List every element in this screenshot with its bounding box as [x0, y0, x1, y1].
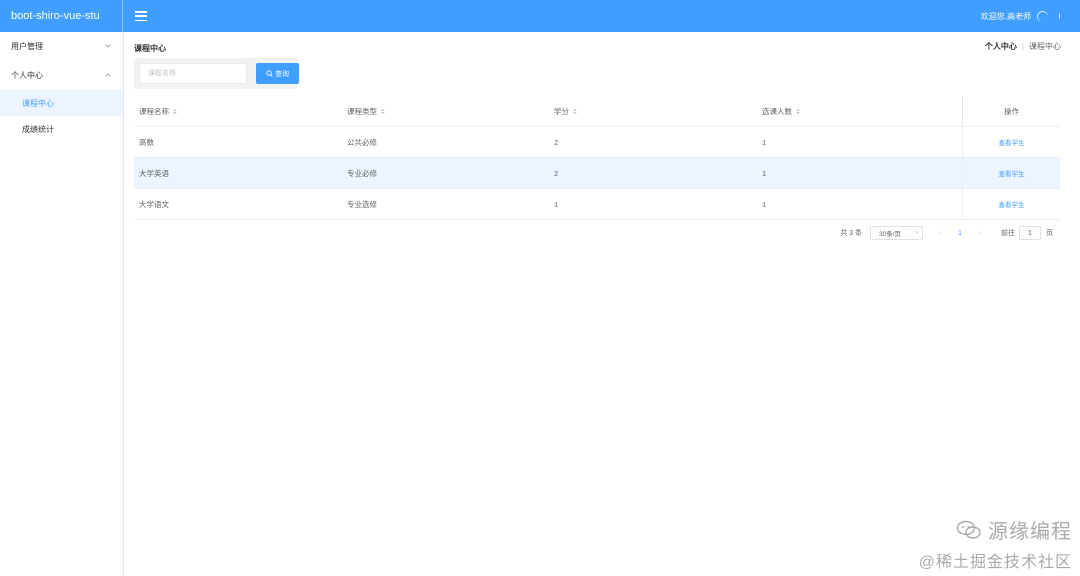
- page-size-select[interactable]: 30条/页 ▾: [870, 226, 923, 240]
- search-icon: [266, 70, 273, 77]
- avatar[interactable]: [1035, 9, 1049, 23]
- prev-page-icon[interactable]: ‹: [933, 230, 947, 237]
- breadcrumb-separator: |: [1021, 42, 1024, 51]
- wechat-icon: [956, 520, 982, 540]
- app-brand: boot-shiro-vue-stu: [0, 0, 123, 32]
- cell-course-type: 公共必修: [347, 137, 377, 147]
- breadcrumb: 个人中心 | 课程中心: [985, 41, 1061, 52]
- column-header-label: 操作: [1004, 106, 1019, 116]
- cell-course-type: 专业必修: [347, 168, 377, 178]
- top-bar: boot-shiro-vue-stu 欢迎您,高老师: [0, 0, 1080, 32]
- goto-page-input[interactable]: [1019, 226, 1041, 240]
- sidebar-item-label: 用户管理: [11, 42, 43, 51]
- cell-actions: 查看学生: [962, 157, 1060, 189]
- view-students-link[interactable]: 查看学生: [999, 199, 1025, 209]
- sort-icon[interactable]: [796, 108, 801, 114]
- course-name-input[interactable]: [139, 63, 247, 84]
- table-row[interactable]: 高数 公共必修 2 1 查看学生: [134, 126, 1060, 158]
- cell-course-name: 大学英语: [139, 168, 169, 178]
- watermark: 源缘编程 @稀土掘金技术社区: [919, 515, 1072, 572]
- sidebar-item-personal-center[interactable]: 个人中心: [0, 61, 123, 90]
- view-students-link[interactable]: 查看学生: [999, 168, 1025, 178]
- user-area: 欢迎您,高老师: [981, 9, 1060, 23]
- sidebar-item-label: 个人中心: [11, 71, 43, 80]
- page-number[interactable]: 1: [953, 230, 967, 237]
- sidebar-item-label: 课程中心: [22, 98, 54, 108]
- search-panel: 查询: [134, 58, 299, 89]
- pagination: 共 3 条 30条/页 ▾ ‹ 1 › 前往 页: [840, 226, 1053, 240]
- column-header-credit[interactable]: 学分: [549, 106, 757, 117]
- sort-icon[interactable]: [573, 108, 578, 114]
- sort-icon[interactable]: [173, 108, 178, 114]
- sidebar-item-user-management[interactable]: 用户管理: [0, 32, 123, 61]
- page-title: 课程中心: [134, 44, 166, 53]
- welcome-text: 欢迎您,高老师: [980, 11, 1031, 21]
- search-button-label: 查询: [275, 70, 289, 78]
- cell-actions: 查看学生: [962, 188, 1060, 220]
- course-table: 课程名称 课程类型 学分 选课人数 操作 高数 公共必修 2 1 查看学生 大学…: [134, 95, 1060, 220]
- column-header-enrollment[interactable]: 选课人数: [757, 106, 962, 117]
- cell-credit: 1: [554, 199, 559, 209]
- chevron-down-icon: ▾: [915, 230, 918, 236]
- column-header-actions: 操作: [962, 95, 1060, 127]
- next-page-icon[interactable]: ›: [973, 230, 987, 237]
- breadcrumb-item-personal-center[interactable]: 个人中心: [985, 41, 1017, 52]
- cell-enrollment: 1: [762, 168, 767, 178]
- cell-actions: 查看学生: [962, 126, 1060, 158]
- column-header-label: 课程名称: [139, 106, 169, 116]
- column-header-course-name[interactable]: 课程名称: [134, 106, 342, 117]
- sidebar: 用户管理 个人中心 课程中心 成绩统计: [0, 32, 124, 576]
- page-size-value: 30条/页: [879, 231, 902, 238]
- watermark-line2: @稀土掘金技术社区: [918, 554, 1072, 571]
- search-button[interactable]: 查询: [256, 63, 299, 84]
- table-row[interactable]: 大学语文 专业选修 1 1 查看学生: [134, 188, 1060, 220]
- sort-icon[interactable]: [381, 108, 386, 114]
- pagination-total: 共 3 条: [840, 230, 862, 237]
- chevron-up-icon: [105, 72, 111, 79]
- view-students-link[interactable]: 查看学生: [999, 137, 1025, 147]
- watermark-title: 源缘编程: [988, 521, 1072, 543]
- sidebar-item-course-center[interactable]: 课程中心: [0, 90, 123, 116]
- main-content: 课程中心 个人中心 | 课程中心 查询 课程名称 课程类型 学分: [124, 32, 1080, 576]
- watermark-line1: 源缘编程: [919, 515, 1072, 544]
- chevron-down-icon: [105, 43, 111, 50]
- cell-credit: 2: [554, 137, 559, 147]
- column-header-course-type[interactable]: 课程类型: [342, 106, 549, 117]
- cell-enrollment: 1: [762, 199, 767, 209]
- table-header: 课程名称 课程类型 学分 选课人数 操作: [134, 95, 1060, 127]
- sidebar-item-label: 成绩统计: [22, 124, 54, 134]
- breadcrumb-item-course-center: 课程中心: [1029, 42, 1061, 51]
- cell-credit: 2: [554, 168, 559, 178]
- column-header-label: 选课人数: [762, 106, 792, 116]
- cell-course-type: 专业选修: [347, 199, 377, 209]
- column-header-label: 课程类型: [347, 106, 377, 116]
- cell-enrollment: 1: [762, 137, 767, 147]
- menu-toggle-icon[interactable]: [135, 11, 147, 21]
- goto-label: 前往: [1001, 230, 1015, 237]
- divider: [1059, 13, 1060, 19]
- cell-course-name: 高数: [139, 137, 154, 147]
- sidebar-item-grade-stats[interactable]: 成绩统计: [0, 116, 123, 142]
- page-unit-label: 页: [1046, 230, 1053, 237]
- cell-course-name: 大学语文: [139, 199, 169, 209]
- column-header-label: 学分: [554, 106, 569, 116]
- table-row[interactable]: 大学英语 专业必修 2 1 查看学生: [134, 157, 1060, 189]
